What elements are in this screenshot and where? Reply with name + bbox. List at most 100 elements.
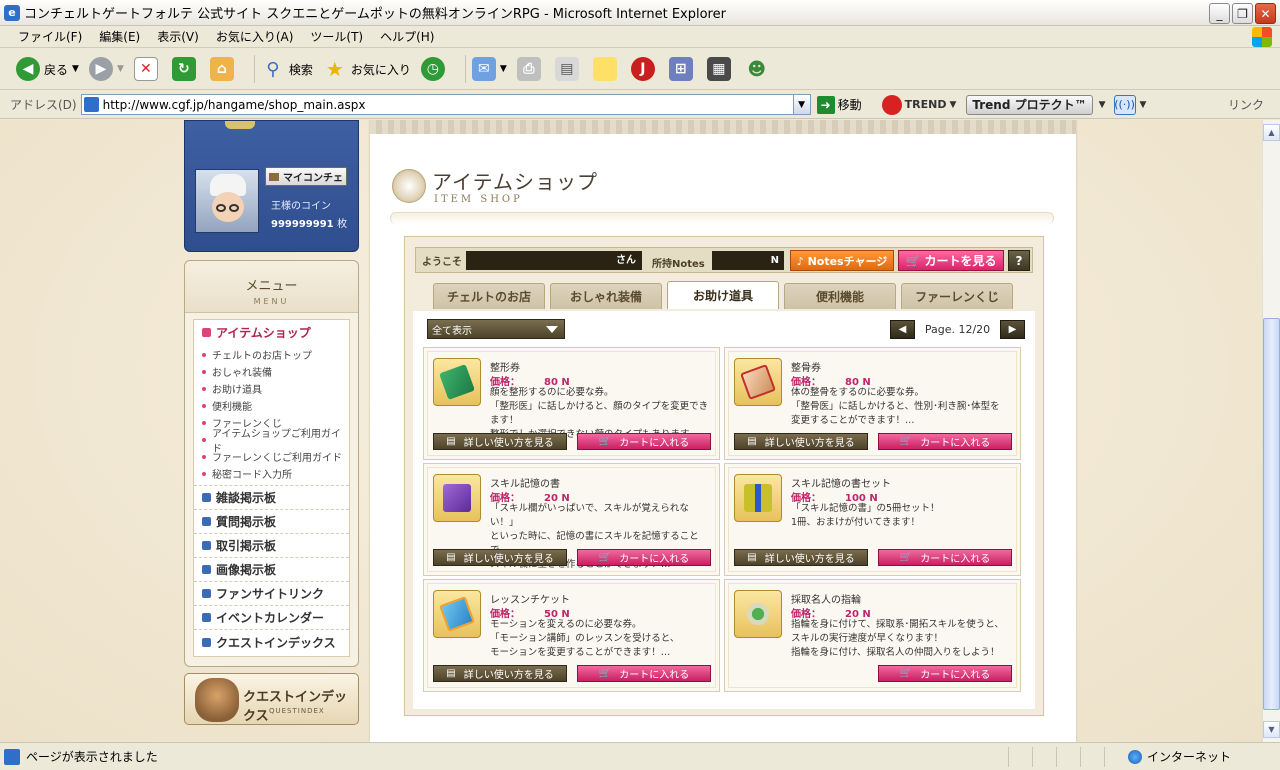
mail-icon: ✉	[471, 57, 496, 81]
address-dropdown-icon[interactable]: ▼	[792, 95, 810, 114]
menu-sub-shop-guide[interactable]: アイテムショップご利用ガイド	[194, 429, 349, 455]
tab-fashion[interactable]: おしゃれ装備	[550, 283, 662, 309]
menu-item-chat-board[interactable]: 雑談掲示板	[194, 486, 349, 510]
menu-item-fansite-link[interactable]: ファンサイトリンク	[194, 582, 349, 606]
menu-item-image-board[interactable]: 画像掲示板	[194, 558, 349, 582]
home-button[interactable]: ⌂	[209, 57, 238, 81]
edit-icon: ▤	[554, 57, 579, 81]
menu-view[interactable]: 表示(V)	[157, 28, 199, 45]
scroll-thumb[interactable]	[1263, 318, 1280, 710]
go-button[interactable]: ➜ 移動	[816, 95, 862, 114]
scroll-up-icon[interactable]: ▲	[1263, 124, 1280, 141]
stop-button[interactable]: ✕	[133, 57, 162, 81]
forward-arrow-icon: ▶	[88, 57, 113, 81]
detail-button[interactable]: ▤ 詳しい使い方を見る	[433, 665, 567, 682]
j-button[interactable]: J	[630, 57, 659, 81]
tab-convenience[interactable]: 便利機能	[784, 283, 896, 309]
messenger-button[interactable]: ☻	[745, 57, 773, 81]
item-list-area: 全て表示 ◀ Page. 12/20 ▶ 整形券 価格： 80 N 顔を整形するの…	[413, 311, 1035, 709]
detail-button[interactable]: ▤ 詳しい使い方を見る	[734, 433, 868, 450]
menu-edit[interactable]: 編集(E)	[99, 28, 140, 45]
add-to-cart-button[interactable]: 🛒 カートに入れる	[878, 433, 1012, 450]
search-button[interactable]: ⚲ 検索	[261, 57, 313, 81]
document-icon: ▤	[747, 436, 757, 447]
trend-label: TREND	[904, 98, 947, 111]
filter-select[interactable]: 全て表示	[427, 319, 565, 339]
menu-sub-secret-code[interactable]: 秘密コード入力所	[194, 465, 349, 482]
tab-lottery[interactable]: ファーレンくじ	[901, 283, 1013, 309]
trend-protect-button[interactable]: Trend プロテクト™	[966, 94, 1093, 115]
notes-label: 所持Notes	[652, 259, 705, 270]
favorites-button[interactable]: ★ お気に入り	[323, 57, 411, 81]
item-description: 体の整骨をするのに必要な券。 「整骨医」に話しかけると、性別･利き腕･体型を 変…	[791, 387, 1000, 426]
menu-sub-fashion[interactable]: おしゃれ装備	[194, 363, 349, 380]
restore-button[interactable]: ❐	[1232, 3, 1253, 24]
quest-index-banner[interactable]: クエストインデックス QUESTINDEX	[184, 673, 359, 725]
menu-sub-lottery-guide[interactable]: ファーレンくじご利用ガイド	[194, 448, 349, 465]
next-page-button[interactable]: ▶	[999, 319, 1025, 339]
close-button[interactable]: ✕	[1255, 3, 1276, 24]
help-button[interactable]: ?	[1008, 250, 1030, 271]
back-dropdown-icon[interactable]: ▼	[72, 64, 79, 74]
menu-sub-shop-top[interactable]: チェルトのお店トップ	[194, 346, 349, 363]
media-button[interactable]: ▦	[706, 57, 735, 81]
rss-dropdown-icon[interactable]: ▼	[1140, 100, 1147, 110]
refresh-button[interactable]: ↻	[171, 57, 200, 81]
cart-icon: 🛒	[598, 668, 612, 679]
menu-sub-helpers[interactable]: お助け道具	[194, 380, 349, 397]
minimize-button[interactable]: _	[1209, 3, 1230, 24]
rss-icon[interactable]: ((·))	[1113, 94, 1136, 115]
detail-button[interactable]: ▤ 詳しい使い方を見る	[433, 433, 567, 450]
menu-item-question-board[interactable]: 質問掲示板	[194, 510, 349, 534]
quest-characters-icon	[195, 678, 239, 722]
edit-button[interactable]: ▤	[554, 57, 583, 81]
item-name: 整形券	[490, 363, 520, 374]
mail-button[interactable]: ✉ ▼	[471, 57, 507, 81]
notes-button[interactable]	[592, 57, 621, 81]
add-to-cart-button[interactable]: 🛒 カートに入れる	[878, 665, 1012, 682]
face-ticket-icon	[433, 358, 481, 406]
item-card: 整形券 価格： 80 N 顔を整形するのに必要な券。 「整形医」に話しかけると、顔…	[423, 347, 720, 460]
menu-favorites[interactable]: お気に入り(A)	[216, 28, 294, 45]
shop-tabs: チェルトのお店 おしゃれ装備 お助け道具 便利機能 ファーレンくじ	[433, 281, 1017, 309]
tab-chelto-shop[interactable]: チェルトのお店	[433, 283, 545, 309]
menu-item-event-calendar[interactable]: イベントカレンダー	[194, 606, 349, 630]
menu-help[interactable]: ヘルプ(H)	[380, 28, 434, 45]
scroll-down-icon[interactable]: ▼	[1263, 721, 1280, 738]
mail-dropdown-icon[interactable]: ▼	[500, 64, 507, 74]
add-to-cart-button[interactable]: 🛒 カートに入れる	[577, 549, 711, 566]
forward-dropdown-icon[interactable]: ▼	[117, 64, 124, 74]
links-label[interactable]: リンク	[1228, 96, 1264, 113]
menu-file[interactable]: ファイル(F)	[18, 28, 82, 45]
view-cart-button[interactable]: 🛒 カートを見る	[898, 250, 1004, 271]
user-name-box: さん	[466, 251, 642, 270]
address-url[interactable]: http://www.cgf.jp/hangame/shop_main.aspx	[103, 98, 793, 112]
add-to-cart-button[interactable]: 🛒 カートに入れる	[577, 433, 711, 450]
address-input[interactable]: http://www.cgf.jp/hangame/shop_main.aspx…	[80, 94, 811, 115]
vertical-scrollbar[interactable]: ▲ ▼	[1262, 120, 1280, 742]
menu-sub-convenience[interactable]: 便利機能	[194, 397, 349, 414]
add-to-cart-button[interactable]: 🛒 カートに入れる	[878, 549, 1012, 566]
trend-protect-dropdown-icon[interactable]: ▼	[1099, 100, 1106, 110]
mycon-button[interactable]: マイコンチェ	[265, 167, 347, 186]
detail-button[interactable]: ▤ 詳しい使い方を見る	[734, 549, 868, 566]
forward-button[interactable]: ▶ ▼	[88, 57, 124, 81]
menu-item-quest-index[interactable]: クエストインデックス	[194, 630, 349, 654]
menu-item-trade-board[interactable]: 取引掲示板	[194, 534, 349, 558]
globe-icon	[1128, 749, 1142, 764]
tab-helpers[interactable]: お助け道具	[667, 281, 779, 309]
add-to-cart-button[interactable]: 🛒 カートに入れる	[577, 665, 711, 682]
back-button[interactable]: ◀ 戻る ▼	[16, 57, 79, 81]
document-icon: ▤	[747, 552, 757, 563]
prev-page-button[interactable]: ◀	[890, 319, 915, 339]
coin-label: 王様のコイン	[271, 201, 331, 212]
menu-item-item-shop[interactable]: アイテムショップ	[194, 320, 349, 344]
detail-button[interactable]: ▤ 詳しい使い方を見る	[433, 549, 567, 566]
notes-charge-button[interactable]: ♪ Notesチャージ	[790, 250, 894, 271]
menu-tools[interactable]: ツール(T)	[310, 28, 363, 45]
research-button[interactable]: ⊞	[668, 57, 697, 81]
welcome-label: ようこそ	[422, 256, 462, 268]
print-button[interactable]: ⎙	[516, 57, 545, 81]
trend-button[interactable]: TREND ▼	[881, 94, 956, 115]
history-button[interactable]: ◷	[420, 57, 449, 81]
